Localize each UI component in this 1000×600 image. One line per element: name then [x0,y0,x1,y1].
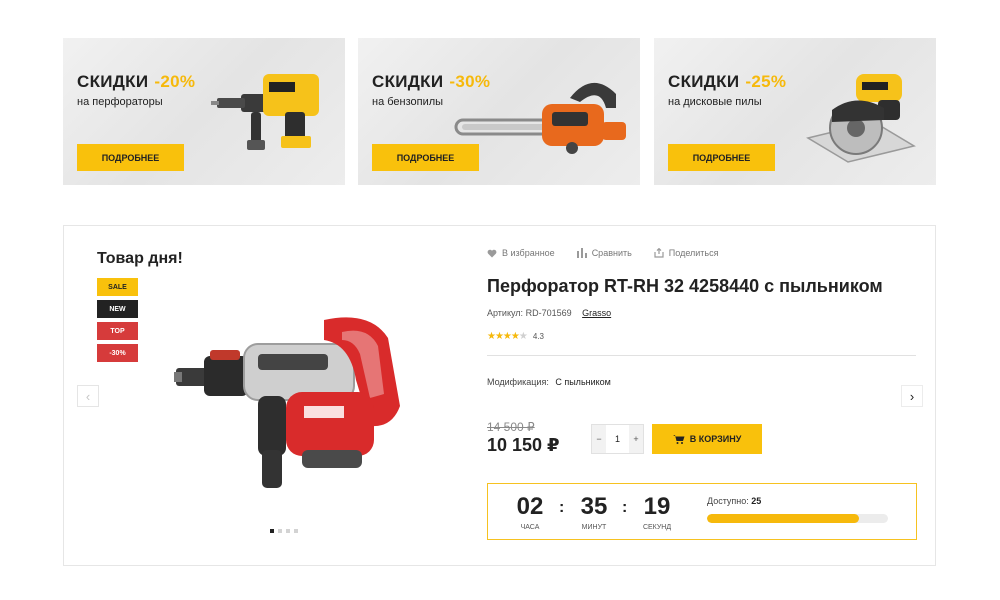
product-image [174,317,400,488]
banner-title: СКИДКИ -25% [668,72,787,91]
share-button[interactable]: Поделиться [654,248,719,258]
banner-more-button[interactable]: ПОДРОБНЕЕ [668,144,775,171]
badge-sale: SALE [97,278,138,296]
modification-label: Модификация: [487,377,549,387]
current-price: 10 150 ₽ [487,435,560,455]
product-actions: В избранное Сравнить Поделиться [487,248,719,258]
prev-slide-button[interactable]: ‹ [77,385,99,407]
slider-dot[interactable] [270,529,274,533]
heart-icon [487,249,497,257]
chevron-right-icon: › [909,388,915,404]
share-icon [654,248,664,258]
slider-dot[interactable] [294,529,298,533]
product-rating: ★★★★★ 4.3 [487,331,544,342]
product-modification: Модификация: С пыльником [487,377,611,387]
banner-subtitle: на бензопилы [372,96,444,108]
timer-hours-value: 02 [516,493,544,520]
banner-discount: -25% [745,72,787,91]
timer-seconds-label: СЕКУНД [642,524,672,531]
rotary-hammer-image [211,74,319,150]
increase-quantity-button[interactable]: + [629,425,643,453]
countdown-timer: 02 ЧАСА : 35 МИНУТ : 19 СЕКУНД Доступно:… [487,483,917,540]
decrease-quantity-button[interactable]: − [592,425,606,453]
deal-of-the-day: Товар дня! SALE NEW TOP -30% ‹ › В избра… [63,225,936,566]
compare-label: Сравнить [591,248,632,258]
quantity-stepper: − + [591,424,644,454]
add-to-cart-button[interactable]: В КОРЗИНУ [652,424,762,454]
timer-hours-label: ЧАСА [520,524,540,531]
availability-progress-fill [707,514,860,523]
next-slide-button[interactable]: › [901,385,923,407]
compare-bars-icon [576,248,587,258]
section-title: Товар дня! [97,250,183,267]
timer-minutes-value: 35 [580,493,608,520]
timer-separator: : [559,499,565,516]
rating-stars-icon: ★★★★★ [487,331,528,342]
promo-banner-chainsaws[interactable]: СКИДКИ -30% на бензопилы ПОДРОБНЕЕ [358,38,640,185]
quantity-input[interactable] [606,425,629,453]
timer-seconds: 19 СЕКУНД [634,493,680,532]
cart-icon [672,435,685,444]
banner-title: СКИДКИ -20% [77,72,196,91]
share-label: Поделиться [668,248,719,258]
product-sku: Артикул: RD-701569 Grasso [487,308,611,318]
availability-value: 25 [751,496,762,506]
chainsaw-image [454,82,626,154]
sku-value: RD-701569 [525,308,572,318]
timer-separator: : [622,499,628,516]
add-to-favorites-button[interactable]: В избранное [487,248,555,258]
timer-seconds-value: 19 [643,493,671,520]
slider-dot[interactable] [278,529,282,533]
availability-label: Доступно: [707,496,749,506]
promo-banner-hammer-drills[interactable]: СКИДКИ -20% на перфораторы ПОДРОБНЕЕ [63,38,345,185]
timer-hours: 02 ЧАСА [507,493,553,532]
promo-banners: СКИДКИ -20% на перфораторы ПОДРОБНЕЕ СКИД… [63,38,936,185]
modification-value[interactable]: С пыльником [555,377,611,387]
banner-discount: -20% [154,72,196,91]
product-badges: SALE NEW TOP -30% [97,278,138,366]
slider-dot[interactable] [286,529,290,533]
circular-saw-image [806,74,916,163]
banner-more-button[interactable]: ПОДРОБНЕЕ [77,144,184,171]
rating-value: 4.3 [532,332,544,341]
product-title[interactable]: Перфоратор RT-RH 32 4258440 с пыльником [487,276,883,297]
chevron-left-icon: ‹ [85,388,91,404]
slider-pagination [270,529,298,533]
compare-button[interactable]: Сравнить [576,248,632,258]
badge-top: TOP [97,322,138,340]
cart-button-label: В КОРЗИНУ [689,434,742,444]
divider [487,355,916,356]
timer-minutes-label: МИНУТ [581,524,607,531]
old-price: 14 500 ₽ [487,420,535,434]
promo-banner-circular-saws[interactable]: СКИДКИ -25% на дисковые пилы ПОДРОБНЕЕ [654,38,936,185]
banner-subtitle: на перфораторы [77,96,163,108]
availability-progress-bar [707,514,888,523]
banner-subtitle: на дисковые пилы [668,96,762,108]
badge-new: NEW [97,300,138,318]
sku-label: Артикул: [487,308,524,318]
badge-discount: -30% [97,344,138,362]
brand-link[interactable]: Grasso [582,308,611,318]
availability: Доступно: 25 [707,496,761,506]
favorites-label: В избранное [502,248,555,258]
timer-minutes: 35 МИНУТ [571,493,617,532]
